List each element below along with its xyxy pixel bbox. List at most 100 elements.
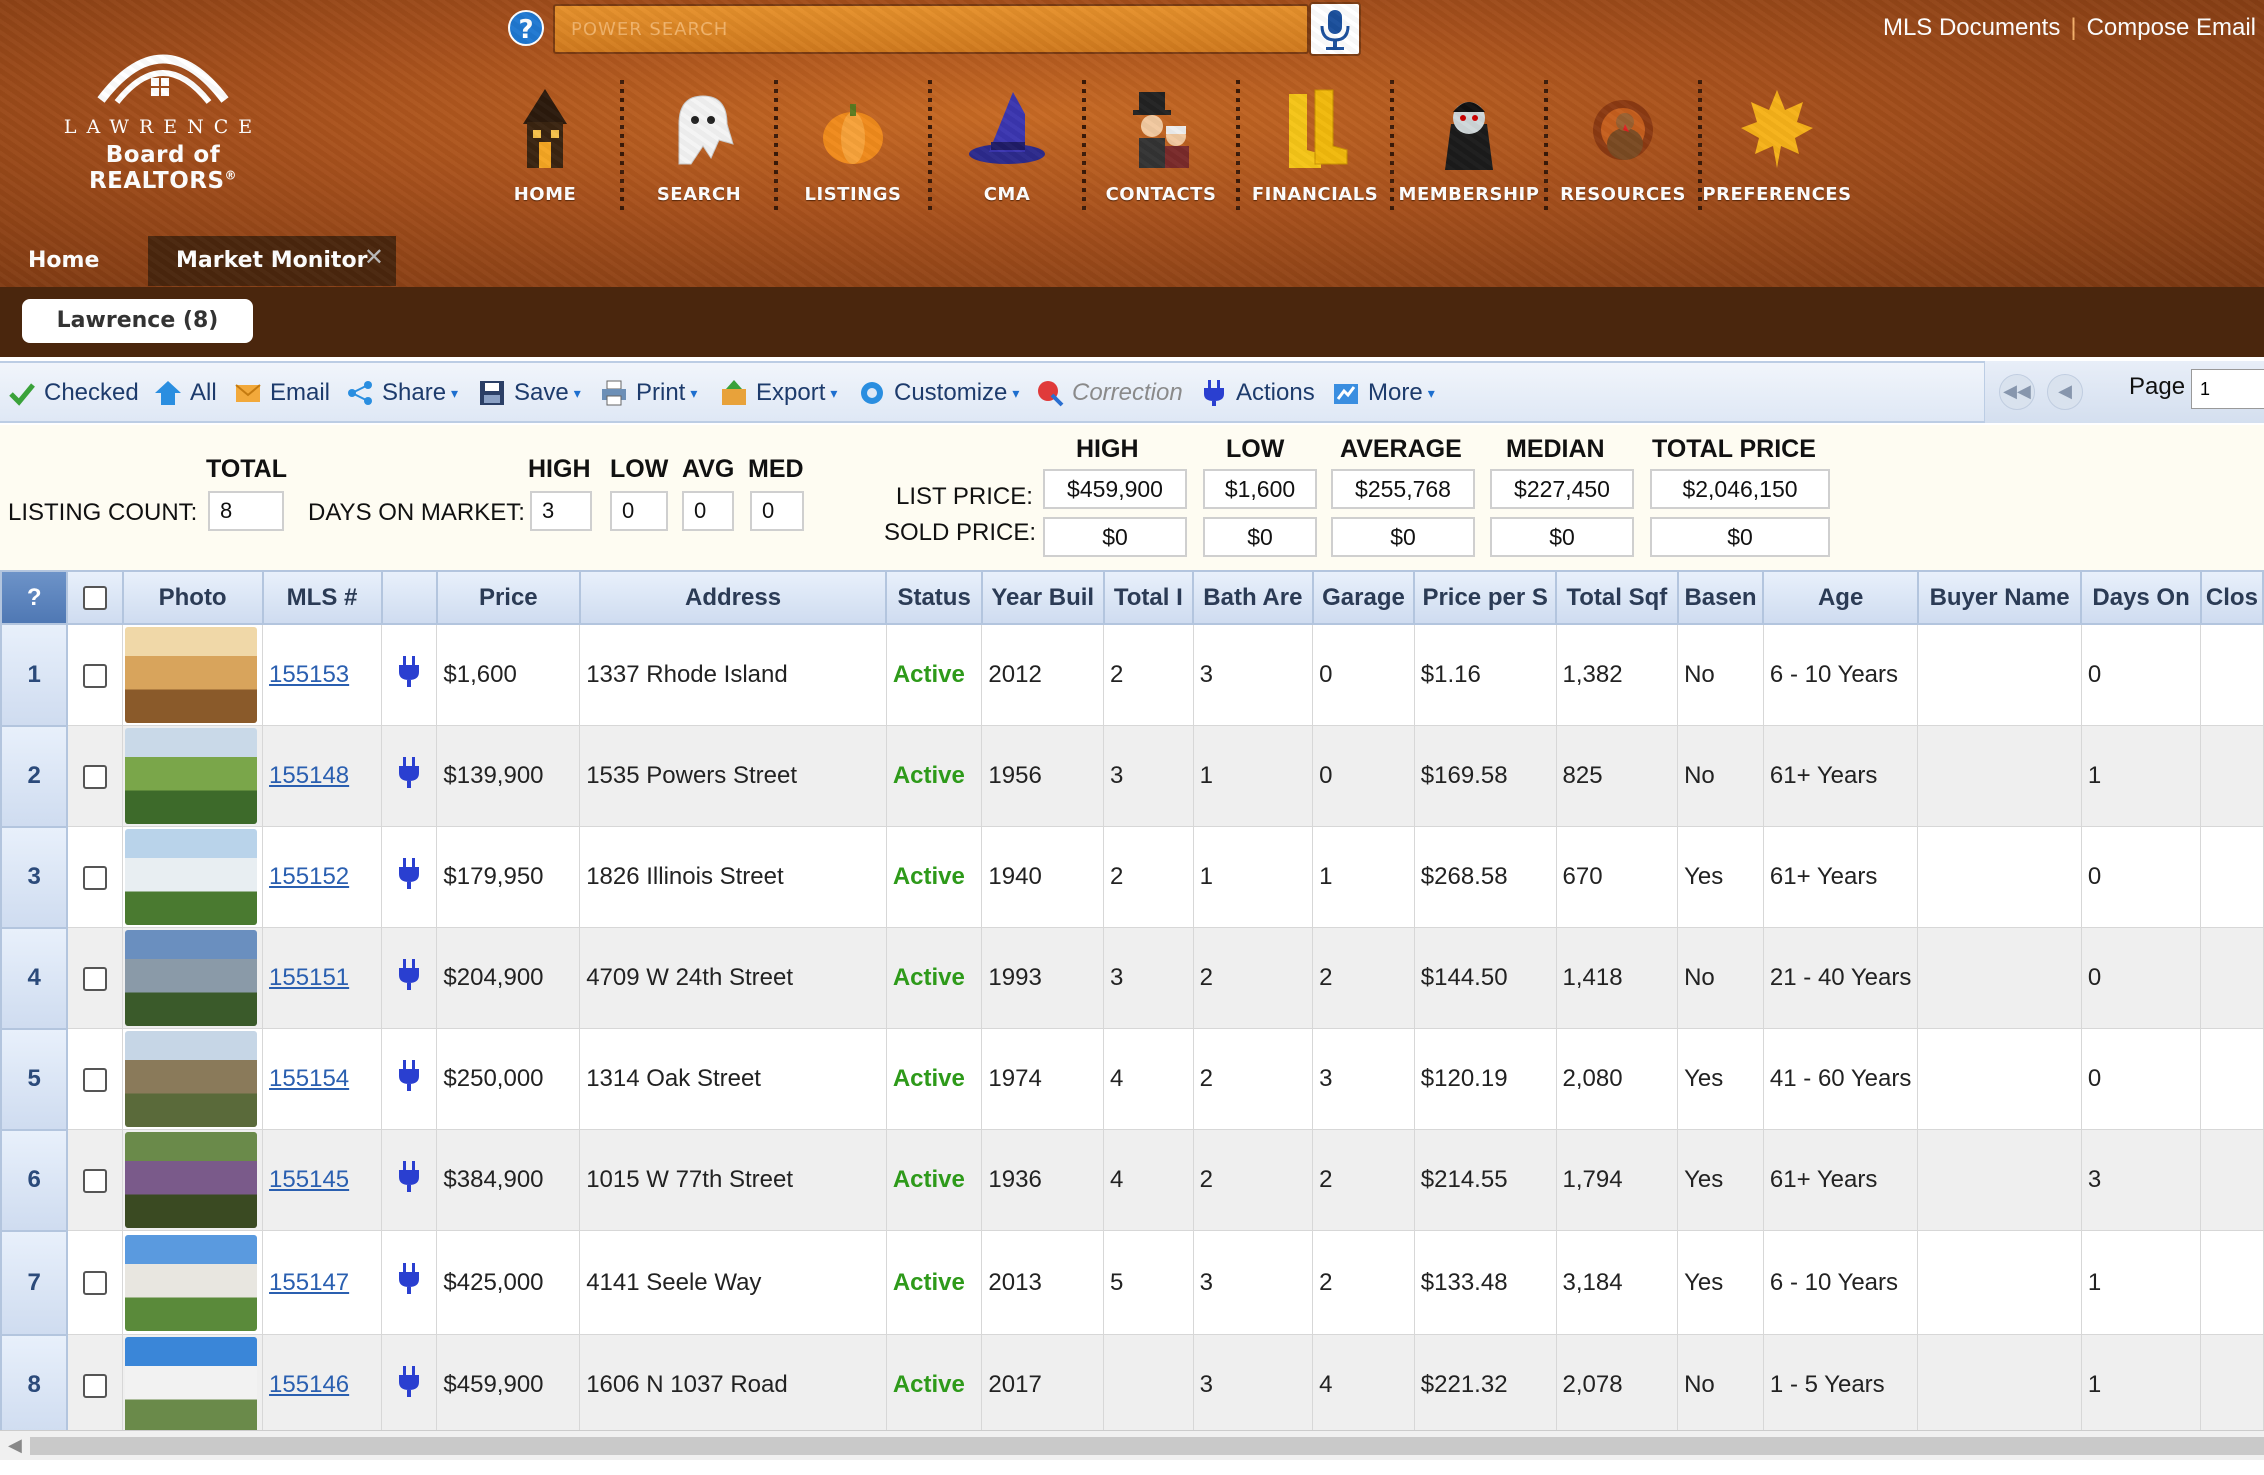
- prev-page-icon[interactable]: ◀: [2047, 374, 2083, 410]
- col-close[interactable]: Clos: [2199, 570, 2264, 625]
- col-bath-area[interactable]: Bath Are: [1192, 570, 1314, 625]
- col-mls[interactable]: MLS #: [261, 570, 383, 625]
- actions-button[interactable]: Actions: [1200, 375, 1315, 411]
- table-row[interactable]: 1 155153 $1,600 1337 Rhode Island Active 2012…: [0, 623, 2264, 727]
- plug-icon[interactable]: [395, 958, 423, 992]
- col-buyer-name[interactable]: Buyer Name: [1916, 570, 2083, 625]
- mls-link[interactable]: 155145: [269, 1166, 349, 1193]
- plug-icon[interactable]: [395, 1262, 423, 1296]
- nav-resources[interactable]: RESOURCES: [1548, 70, 1698, 220]
- row-basement-cell: Yes: [1677, 1230, 1764, 1335]
- scroll-left-icon[interactable]: ◀: [8, 1435, 22, 1456]
- tab-home[interactable]: Home: [0, 236, 127, 286]
- checked-button[interactable]: Checked: [8, 375, 139, 411]
- row-checkbox[interactable]: [83, 966, 108, 991]
- power-search-input[interactable]: [553, 4, 1309, 54]
- col-actions[interactable]: [380, 570, 438, 625]
- table-row[interactable]: 5 155154 $250,000 1314 Oak Street Active 1974…: [0, 1027, 2264, 1131]
- kitchen-photo[interactable]: [125, 627, 258, 723]
- microphone-icon[interactable]: [1309, 2, 1361, 56]
- horizontal-scrollbar[interactable]: ◀: [0, 1430, 2264, 1460]
- table-row[interactable]: 3 155152 $179,950 1826 Illinois Street Activ…: [0, 825, 2264, 929]
- house-photo[interactable]: [125, 1132, 258, 1228]
- table-row[interactable]: 2 155148 $139,900 1535 Powers Street Active 1…: [0, 724, 2264, 828]
- row-checkbox[interactable]: [83, 1168, 108, 1193]
- first-page-icon[interactable]: ◀◀: [1999, 374, 2035, 410]
- nav-financials[interactable]: FINANCIALS: [1240, 70, 1390, 220]
- plug-icon[interactable]: [395, 857, 423, 891]
- sold-price-median: $0: [1490, 517, 1634, 557]
- row-checkbox[interactable]: [83, 865, 108, 890]
- house-photo[interactable]: [125, 1337, 258, 1433]
- export-button[interactable]: Export ▾: [720, 375, 837, 411]
- row-checkbox[interactable]: [83, 1271, 108, 1296]
- power-search-help-icon[interactable]: ?: [508, 10, 544, 46]
- nav-listings[interactable]: LISTINGS: [778, 70, 928, 220]
- nav-membership[interactable]: MEMBERSHIP: [1394, 70, 1544, 220]
- nav-search[interactable]: SEARCH: [624, 70, 774, 220]
- row-checkbox[interactable]: [83, 764, 108, 789]
- saved-search-pill[interactable]: Lawrence (8): [22, 299, 253, 343]
- col-total-beds[interactable]: Total I: [1102, 570, 1195, 625]
- plug-icon[interactable]: [395, 1160, 423, 1194]
- plug-icon[interactable]: [395, 655, 423, 689]
- mls-link[interactable]: 155153: [269, 661, 349, 688]
- logo[interactable]: LAWRENCE Board of REALTORS®: [38, 30, 288, 200]
- row-checkbox[interactable]: [83, 663, 108, 688]
- correction-button[interactable]: Correction: [1036, 375, 1183, 411]
- house-photo[interactable]: [125, 829, 258, 925]
- nav-preferences[interactable]: PREFERENCES: [1702, 70, 1852, 220]
- mls-link[interactable]: 155148: [269, 762, 349, 789]
- mls-link[interactable]: 155147: [269, 1269, 349, 1296]
- more-button[interactable]: More ▾: [1332, 375, 1435, 411]
- table-row[interactable]: 7 155147 $425,000 4141 Seele Way Active 2013 5…: [0, 1229, 2264, 1336]
- table-row[interactable]: 4 155151 $204,900 4709 W 24th Street Active 1…: [0, 926, 2264, 1030]
- nav-home[interactable]: HOME: [470, 70, 620, 220]
- table-row[interactable]: 8 155146 $459,900 1606 N 1037 Road Active 201…: [0, 1333, 2264, 1437]
- house-photo[interactable]: [125, 930, 258, 1026]
- nav-contacts[interactable]: CONTACTS: [1086, 70, 1236, 220]
- mls-link[interactable]: 155146: [269, 1371, 349, 1398]
- close-tab-icon[interactable]: ✕: [364, 232, 384, 282]
- tab-market-monitor[interactable]: Market Monitor ✕: [148, 236, 396, 286]
- table-row[interactable]: 6 155145 $384,900 1015 W 77th Street Active 1…: [0, 1128, 2264, 1232]
- select-all-checkbox[interactable]: [83, 586, 108, 611]
- share-button[interactable]: Share ▾: [346, 375, 458, 411]
- compose-email-link[interactable]: Compose Email: [2087, 14, 2256, 41]
- plug-icon[interactable]: [395, 756, 423, 790]
- house-photo[interactable]: [125, 728, 258, 824]
- mls-link[interactable]: 155151: [269, 964, 349, 991]
- plug-icon[interactable]: [395, 1365, 423, 1399]
- col-total-sqft[interactable]: Total Sqf: [1555, 570, 1679, 625]
- row-checkbox[interactable]: [83, 1373, 108, 1398]
- row-checkbox[interactable]: [83, 1067, 108, 1092]
- col-address[interactable]: Address: [578, 570, 888, 625]
- nav-cma[interactable]: CMA: [932, 70, 1082, 220]
- col-garage[interactable]: Garage: [1311, 570, 1416, 625]
- print-button[interactable]: Print ▾: [600, 375, 697, 411]
- select-all-header[interactable]: [66, 570, 124, 625]
- save-button[interactable]: Save ▾: [478, 375, 581, 411]
- house-photo[interactable]: [125, 1031, 258, 1127]
- mls-link[interactable]: 155152: [269, 863, 349, 890]
- col-status[interactable]: Status: [885, 570, 983, 625]
- col-days-on[interactable]: Days On: [2080, 570, 2202, 625]
- email-button[interactable]: Email: [234, 375, 330, 411]
- col-price-per-sqft[interactable]: Price per S: [1413, 570, 1558, 625]
- mls-documents-link[interactable]: MLS Documents: [1883, 14, 2060, 41]
- mls-link[interactable]: 155154: [269, 1065, 349, 1092]
- col-age[interactable]: Age: [1762, 570, 1919, 625]
- row-help-header[interactable]: ?: [0, 570, 69, 625]
- all-button[interactable]: All: [154, 375, 217, 411]
- col-photo[interactable]: Photo: [121, 570, 264, 625]
- row-photo-cell: [122, 826, 264, 928]
- plug-icon[interactable]: [395, 1059, 423, 1093]
- scrollbar-thumb[interactable]: [30, 1437, 2264, 1455]
- house-photo[interactable]: [125, 1234, 258, 1331]
- col-basement[interactable]: Basen: [1676, 570, 1765, 625]
- customize-button[interactable]: Customize ▾: [858, 375, 1019, 411]
- row-actions-cell: [380, 1129, 438, 1231]
- col-price[interactable]: Price: [435, 570, 581, 625]
- col-year-built[interactable]: Year Buil: [980, 570, 1105, 625]
- page-number-input[interactable]: [2191, 369, 2264, 409]
